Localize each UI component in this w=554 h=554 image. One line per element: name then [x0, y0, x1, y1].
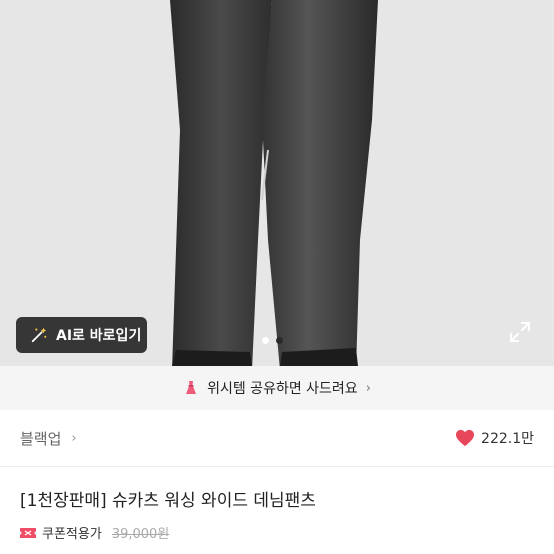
chevron-right-icon: ›: [71, 430, 77, 446]
original-price: 39,000원: [111, 527, 170, 542]
carousel-indicator: [262, 337, 283, 344]
dress-icon: [186, 381, 197, 394]
price-row: 쿠폰적용가 39,000원: [20, 523, 169, 542]
ai-try-on-label: AI로 바로입기: [56, 328, 142, 344]
jeans-photo: [0, 0, 554, 366]
chevron-right-icon: ›: [365, 380, 371, 396]
carousel-dot[interactable]: [276, 337, 283, 344]
promo-text: 위시템 공유하면 사드려요: [207, 381, 358, 397]
coupon-price-label: 쿠폰적용가: [42, 527, 102, 542]
brand-row: 블랙업 › 222.1만: [0, 410, 554, 466]
carousel-dot-active[interactable]: [262, 337, 269, 344]
brand-name: 블랙업: [20, 429, 62, 448]
product-image[interactable]: AI로 바로입기: [0, 0, 554, 366]
product-title: [1천장판매] 슈카츠 워싱 와이드 데님팬츠: [20, 491, 316, 511]
coupon-icon: [20, 527, 36, 538]
brand-link[interactable]: 블랙업 ›: [20, 428, 77, 449]
ai-try-on-button[interactable]: AI로 바로입기: [16, 317, 147, 353]
divider: [0, 466, 554, 467]
heart-icon: [456, 429, 475, 447]
expand-icon[interactable]: [509, 321, 531, 343]
magic-wand-icon: [31, 327, 47, 343]
like-count: 222.1만: [481, 431, 534, 447]
like-button[interactable]: 222.1만: [455, 428, 534, 448]
wishlist-share-banner[interactable]: 위시템 공유하면 사드려요 ›: [0, 366, 554, 410]
